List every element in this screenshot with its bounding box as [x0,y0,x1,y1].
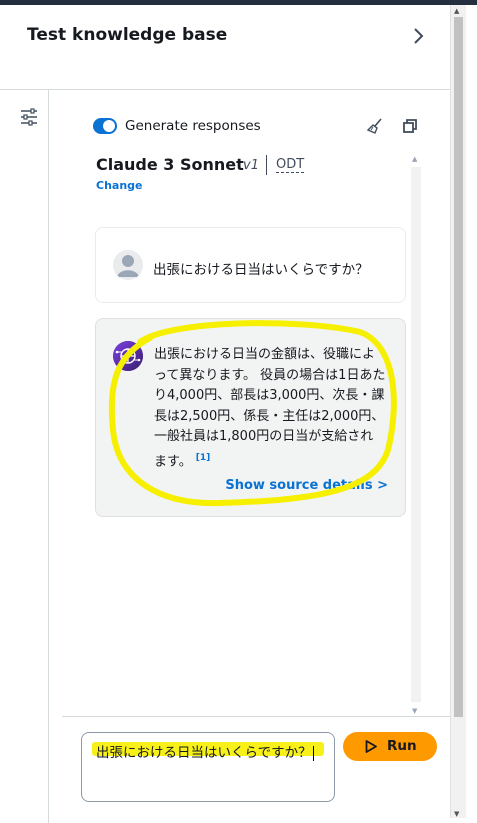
scroll-down-arrow-icon[interactable]: ▼ [454,810,459,818]
generate-responses-label: Generate responses [125,118,261,134]
user-message-text: 出張における日当はいくらですか？ [153,262,369,278]
model-name: Claude 3 Sonnet [96,155,244,174]
page-scrollbar-thumb[interactable] [454,17,463,717]
toggle-knob [103,120,115,132]
citation-link[interactable]: [1] [196,453,211,463]
assistant-message-text: 出張における日当の金額は、役職によって異なります。 役員の場合は1日あたり4,0… [154,345,386,472]
chevron-right-icon[interactable] [409,27,427,45]
run-button[interactable]: Run [343,732,437,761]
panel-header: Test knowledge base [0,5,450,90]
chat-scrollbar[interactable]: ▲ ▼ [409,155,423,715]
chat-scroll-track[interactable] [411,167,421,702]
page-scrollbar[interactable]: ▲ ▼ [450,5,466,818]
sliders-icon[interactable] [19,108,39,126]
run-button-label: Run [387,738,417,754]
input-divider [62,716,450,717]
assistant-message-body: 出張における日当の金額は、役職によって異なります。 役員の場合は1日あたり4,0… [154,347,386,469]
model-version: v1 [243,158,259,173]
chat-scroll-down-icon[interactable]: ▼ [412,707,417,715]
show-source-details-link[interactable]: Show source details > [225,478,388,493]
copy-icon[interactable] [403,119,417,133]
query-input-text: 出張における日当はいくらですか？ [96,741,314,761]
panel-title: Test knowledge base [27,25,228,45]
query-input[interactable]: 出張における日当はいくらですか？ [81,732,335,802]
generate-responses-toggle[interactable] [93,118,117,134]
broom-icon[interactable] [367,118,383,134]
user-avatar-icon [113,250,143,280]
chat-scroll-up-icon[interactable]: ▲ [412,155,417,163]
change-model-link[interactable]: Change [96,179,143,192]
text-caret [312,745,314,761]
play-icon [365,740,377,753]
model-tag[interactable]: ODT [276,157,305,173]
scroll-up-arrow-icon[interactable]: ▲ [454,7,459,15]
left-rail [0,90,49,823]
query-input-value: 出張における日当はいくらですか？ [96,745,312,761]
user-message: 出張における日当はいくらですか？ [95,227,406,303]
brain-icon [113,341,143,371]
model-separator [266,155,267,175]
assistant-message: 出張における日当の金額は、役職によって異なります。 役員の場合は1日あたり4,0… [95,318,406,517]
